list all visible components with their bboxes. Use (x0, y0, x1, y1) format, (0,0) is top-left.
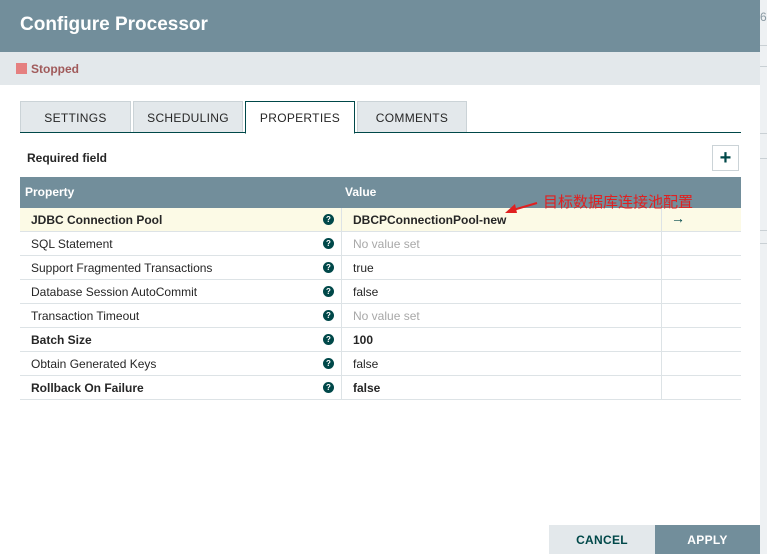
property-actions-cell (661, 376, 742, 399)
background-line (760, 158, 767, 159)
property-actions-cell (661, 256, 742, 279)
background-partial-text: 6 (760, 10, 767, 24)
property-row-batch-size[interactable]: Batch Size ? 100 (20, 328, 741, 352)
status-bar (0, 52, 760, 85)
property-value: No value set (353, 237, 420, 251)
help-icon[interactable]: ? (323, 334, 334, 345)
property-value: false (353, 285, 379, 299)
property-name: SQL Statement (31, 237, 113, 251)
add-property-button[interactable]: + (712, 145, 739, 171)
property-value-cell[interactable]: 100 (341, 328, 662, 351)
cancel-button[interactable]: CANCEL (549, 525, 655, 554)
property-row-transaction-timeout[interactable]: Transaction Timeout ? No value set (20, 304, 741, 328)
background-line (760, 66, 767, 67)
property-value: false (353, 357, 379, 371)
help-icon[interactable]: ? (323, 358, 334, 369)
property-value: No value set (353, 309, 420, 323)
property-value-cell[interactable]: No value set (341, 232, 662, 255)
annotation-text: 目标数据库连接池配置 (543, 193, 694, 211)
required-field-label: Required field (27, 151, 108, 165)
property-value-cell[interactable]: false (341, 352, 662, 375)
stopped-icon (16, 63, 27, 74)
property-value-cell[interactable]: No value set (341, 304, 662, 327)
column-header-value[interactable]: Value (345, 185, 376, 199)
plus-icon: + (719, 147, 732, 169)
apply-button[interactable]: APPLY (655, 525, 760, 554)
help-icon[interactable]: ? (323, 238, 334, 249)
configure-processor-dialog: Configure Processor Stopped SETTINGS SCH… (0, 0, 760, 554)
property-value: true (353, 261, 374, 275)
property-value-cell[interactable]: true (341, 256, 662, 279)
annotation-arrow-icon (505, 202, 538, 213)
property-name: Transaction Timeout (31, 309, 140, 323)
property-row-obtain-generated-keys[interactable]: Obtain Generated Keys ? false (20, 352, 741, 376)
column-header-property[interactable]: Property (25, 185, 74, 199)
property-value-cell[interactable]: false (341, 280, 662, 303)
property-row-rollback-on-failure[interactable]: Rollback On Failure ? false (20, 376, 741, 400)
property-actions-cell (661, 352, 742, 375)
property-actions-cell (661, 304, 742, 327)
tab-comments[interactable]: COMMENTS (357, 101, 467, 133)
property-actions-cell (661, 232, 742, 255)
background-canvas (760, 0, 767, 554)
background-line (760, 45, 767, 46)
tab-underline (20, 132, 741, 133)
property-name: Rollback On Failure (31, 381, 144, 395)
property-value-cell[interactable]: false (341, 376, 662, 399)
help-icon[interactable]: ? (323, 310, 334, 321)
property-name: Support Fragmented Transactions (31, 261, 213, 275)
background-line (760, 243, 767, 244)
dialog-header: Configure Processor (0, 0, 760, 52)
property-name: Batch Size (31, 333, 92, 347)
help-icon[interactable]: ? (323, 382, 334, 393)
help-icon[interactable]: ? (323, 286, 334, 297)
property-name: JDBC Connection Pool (31, 213, 163, 227)
tab-scheduling[interactable]: SCHEDULING (133, 101, 243, 133)
help-icon[interactable]: ? (323, 262, 334, 273)
property-row-sql-statement[interactable]: SQL Statement ? No value set (20, 232, 741, 256)
help-icon[interactable]: ? (323, 214, 334, 225)
background-line (760, 133, 767, 134)
status-label: Stopped (31, 62, 79, 76)
dialog-title: Configure Processor (20, 14, 208, 35)
property-value: false (353, 381, 381, 395)
property-value: DBCPConnectionPool-new (353, 213, 507, 227)
property-actions-cell (661, 280, 742, 303)
property-name: Obtain Generated Keys (31, 357, 157, 371)
property-row-database-session-autocommit[interactable]: Database Session AutoCommit ? false (20, 280, 741, 304)
property-value: 100 (353, 333, 374, 347)
background-line (760, 230, 767, 231)
property-actions-cell (661, 328, 742, 351)
property-row-support-fragmented-transactions[interactable]: Support Fragmented Transactions ? true (20, 256, 741, 280)
arrow-right-icon[interactable]: → (671, 210, 685, 226)
tab-settings[interactable]: SETTINGS (20, 101, 131, 133)
property-name: Database Session AutoCommit (31, 285, 198, 299)
tab-properties[interactable]: PROPERTIES (245, 101, 355, 134)
